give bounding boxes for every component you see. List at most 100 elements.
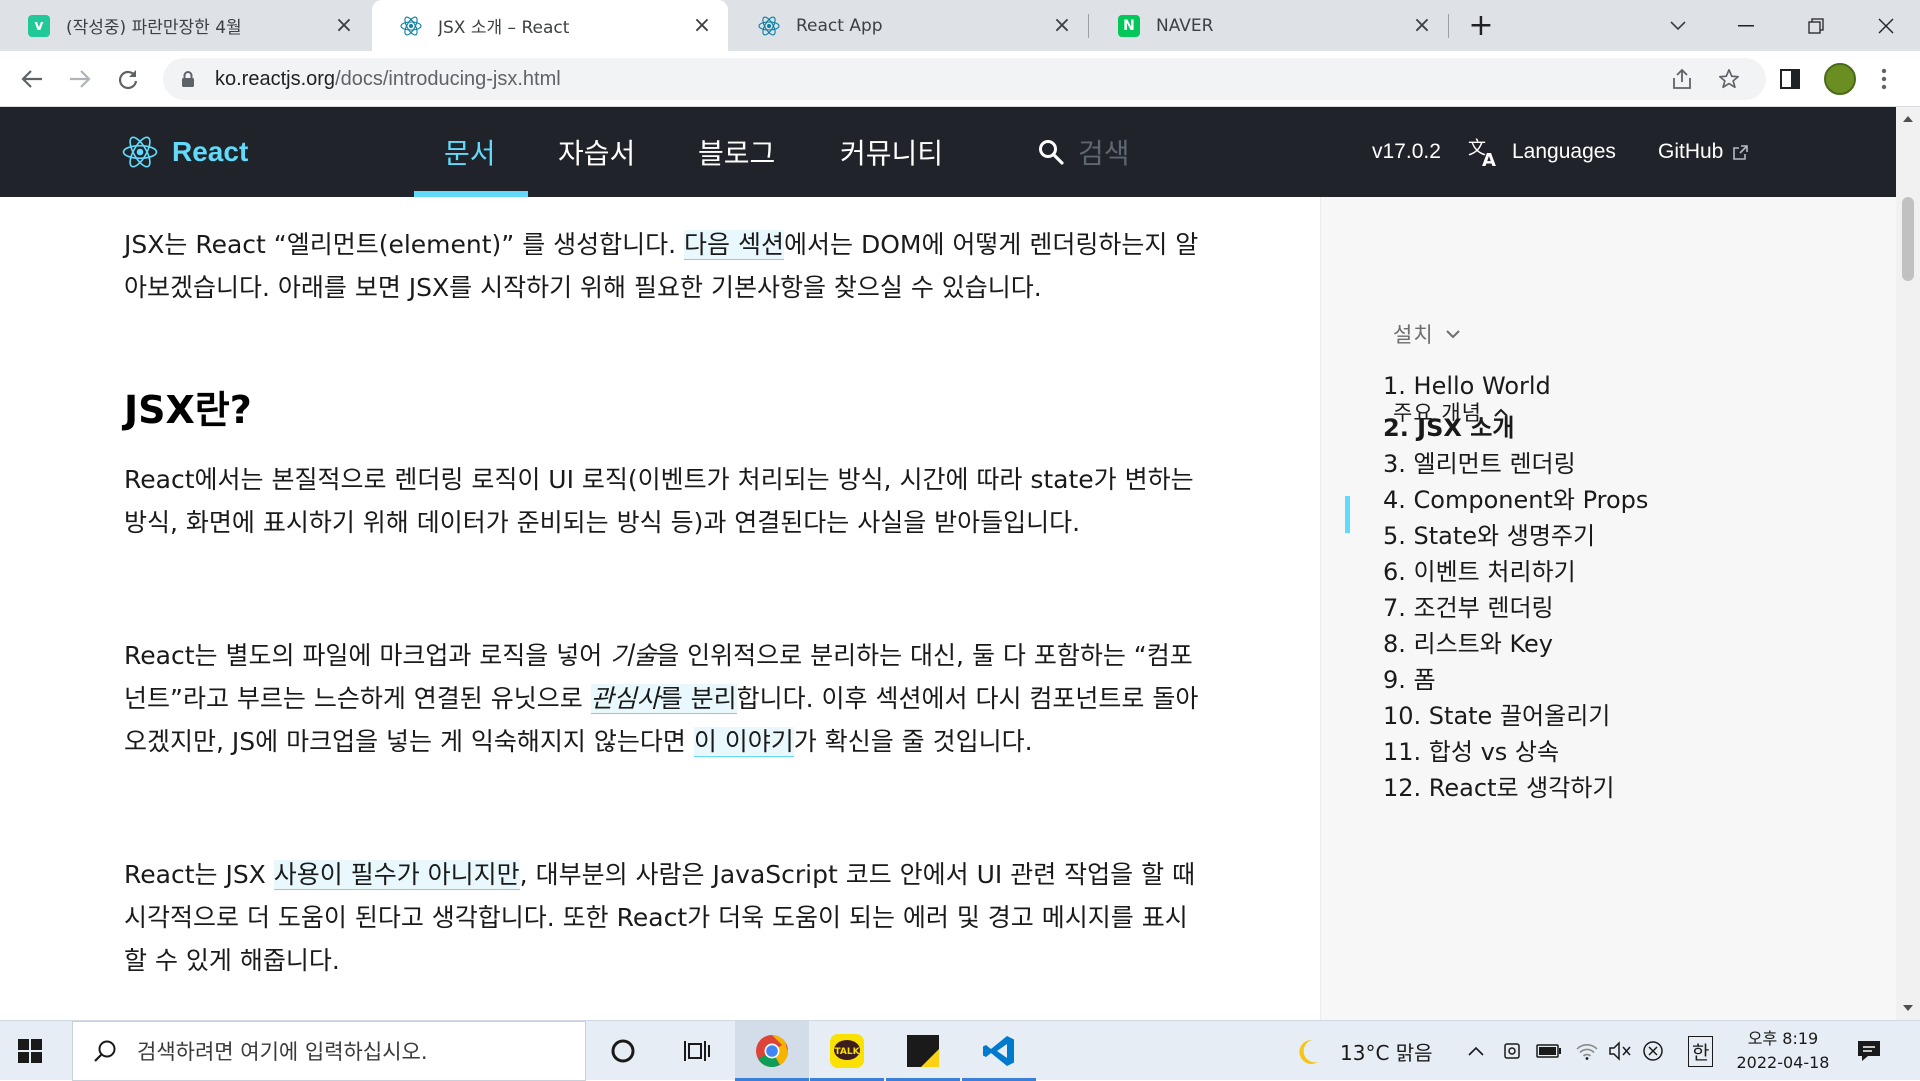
- speaker-muted-icon[interactable]: [1608, 1021, 1632, 1081]
- sidebar-item[interactable]: 11. 합성 vs 상속: [1383, 732, 1559, 767]
- profile-avatar[interactable]: [1824, 63, 1856, 95]
- wifi-icon[interactable]: [1576, 1021, 1598, 1081]
- search-icon: [1039, 140, 1064, 165]
- tab-title: JSX 소개 – React: [438, 18, 570, 38]
- close-icon[interactable]: ×: [334, 14, 354, 36]
- address-bar[interactable]: ko.reactjs.org/docs/introducing-jsx.html: [163, 58, 1766, 100]
- nav-tutorial[interactable]: 자습서: [558, 107, 635, 197]
- paragraph-1: React에서는 본질적으로 렌더링 로직이 UI 로직(이벤트가 처리되는 방…: [124, 465, 1194, 537]
- browser-tab[interactable]: N NAVER ×: [1090, 0, 1448, 51]
- github-link[interactable]: GitHub: [1658, 107, 1749, 197]
- brand-name: React: [172, 136, 249, 167]
- url-host: ko.reactjs.org: [215, 67, 336, 90]
- back-button[interactable]: [16, 63, 48, 95]
- minimize-button[interactable]: [1716, 0, 1776, 51]
- forward-button[interactable]: [64, 63, 96, 95]
- current-page-marker: [1345, 496, 1350, 533]
- text: 가 확신을 줄 것입니다.: [793, 727, 1033, 756]
- camera-icon[interactable]: [1502, 1021, 1522, 1081]
- sidebar-item[interactable]: 12. React로 생각하기: [1383, 768, 1615, 803]
- nav-blog[interactable]: 블로그: [698, 107, 775, 197]
- task-view-icon[interactable]: [660, 1021, 734, 1081]
- clock-date: 2022-04-18: [1736, 1053, 1830, 1072]
- close-window-button[interactable]: [1856, 0, 1916, 51]
- scroll-up-arrow-icon[interactable]: [1903, 115, 1913, 122]
- sidebar-item[interactable]: 7. 조건부 렌더링: [1383, 588, 1554, 623]
- article-content: JSX는 React “엘리먼트(element)” 를 생성합니다. 다음 섹…: [0, 197, 1320, 1020]
- close-icon[interactable]: ×: [1412, 14, 1432, 36]
- ime-label: 한: [1688, 1035, 1714, 1067]
- menu-kebab-icon[interactable]: [1868, 63, 1900, 95]
- browser-tab-strip: v (작성중) 파란만장한 4월 × JSX 소개 – React × Reac…: [0, 0, 1920, 51]
- kakaotalk-taskbar-icon[interactable]: TALK: [810, 1021, 884, 1081]
- tab-search-chevron-icon[interactable]: [1648, 0, 1708, 51]
- sidebar-item[interactable]: 9. 폼: [1383, 660, 1436, 695]
- sidebar-item[interactable]: 6. 이벤트 처리하기: [1383, 552, 1576, 587]
- nav-docs[interactable]: 문서: [444, 107, 496, 197]
- ime-indicator[interactable]: 한: [1688, 1021, 1714, 1081]
- clock-time: 오후 8:19: [1747, 1029, 1819, 1048]
- sidebar-item[interactable]: 4. Component와 Props: [1383, 480, 1648, 515]
- windows-start-icon[interactable]: [18, 1039, 42, 1063]
- version-link[interactable]: v17.0.2: [1372, 107, 1441, 197]
- browser-toolbar: ko.reactjs.org/docs/introducing-jsx.html: [0, 51, 1920, 107]
- notification-icon[interactable]: [1856, 1021, 1882, 1081]
- battery-icon[interactable]: [1536, 1021, 1562, 1081]
- paragraph-3: React는 JSX 사용이 필수가 아니지만, 대부분의 사람은 JavaSc…: [124, 853, 1204, 982]
- sidebar-item[interactable]: 3. 엘리먼트 렌더링: [1383, 444, 1576, 479]
- close-icon[interactable]: ×: [692, 14, 712, 36]
- svg-text:TALK: TALK: [834, 1047, 860, 1057]
- sidebar-item[interactable]: 8. 리스트와 Key: [1383, 624, 1553, 659]
- sidebar-item[interactable]: 2. JSX 소개: [1383, 408, 1514, 443]
- tab-title: React App: [796, 15, 883, 36]
- emphasis: 기술: [610, 641, 657, 670]
- sidebar-item[interactable]: 10. State 끌어올리기: [1383, 696, 1610, 731]
- this-talk-link[interactable]: 이 이야기: [693, 727, 794, 757]
- github-label: GitHub: [1658, 140, 1724, 163]
- new-tab-button[interactable]: +: [1450, 0, 1512, 51]
- sidebar-item[interactable]: 5. State와 생명주기: [1383, 516, 1595, 551]
- nav-community[interactable]: 커뮤니티: [840, 107, 943, 197]
- side-panel-icon[interactable]: [1774, 63, 1806, 95]
- close-icon[interactable]: ×: [1052, 14, 1072, 36]
- section-heading: JSX란?: [124, 388, 252, 432]
- chrome-taskbar-icon[interactable]: [735, 1021, 809, 1081]
- browser-tab[interactable]: v (작성중) 파란만장한 4월 ×: [0, 0, 370, 51]
- sticky-notes-taskbar-icon[interactable]: [886, 1021, 960, 1081]
- site-search[interactable]: 검색: [1038, 107, 1130, 197]
- vscode-taskbar-icon[interactable]: [962, 1021, 1036, 1081]
- translate-icon: 文A: [1468, 138, 1496, 167]
- lock-icon[interactable]: [181, 71, 195, 87]
- tab-separator: [1088, 14, 1089, 38]
- taskbar-search-placeholder: 검색하려면 여기에 입력하십시오.: [137, 1040, 428, 1064]
- browser-tab-active[interactable]: JSX 소개 – React ×: [372, 0, 728, 51]
- site-search-placeholder: 검색: [1078, 137, 1130, 170]
- separation-of-concerns-link[interactable]: 관심사를 분리: [590, 684, 737, 714]
- sidebar-item[interactable]: 1. Hello World: [1383, 372, 1551, 400]
- reload-button[interactable]: [112, 63, 144, 95]
- url-path: /docs/introducing-jsx.html: [335, 67, 561, 90]
- share-icon[interactable]: [1666, 63, 1698, 95]
- weather-widget[interactable]: 13°C 맑음: [1298, 1021, 1433, 1081]
- moon-icon: [1299, 1039, 1318, 1064]
- blocked-status-icon[interactable]: [1642, 1021, 1664, 1081]
- naver-icon: N: [1118, 14, 1140, 37]
- page-scrollbar[interactable]: [1896, 107, 1920, 1020]
- taskbar-clock[interactable]: 오후 8:19 2022-04-18: [1728, 1027, 1838, 1075]
- next-section-link[interactable]: 다음 섹션: [684, 230, 784, 260]
- cortana-icon[interactable]: [586, 1021, 660, 1081]
- sidebar-section-install[interactable]: 설치: [1393, 319, 1460, 349]
- restore-button[interactable]: [1786, 0, 1846, 51]
- react-without-jsx-link[interactable]: 사용이 필수가 아니지만: [273, 860, 520, 890]
- browser-tab[interactable]: React App ×: [730, 0, 1088, 51]
- tab-title: NAVER: [1156, 15, 1214, 36]
- scroll-down-arrow-icon[interactable]: [1903, 1005, 1913, 1012]
- brand-logo[interactable]: React: [122, 107, 248, 197]
- taskbar-search-box[interactable]: 검색하려면 여기에 입력하십시오.: [72, 1021, 586, 1081]
- text: 를 분리: [659, 684, 737, 713]
- languages-link[interactable]: 文A Languages: [1468, 107, 1616, 197]
- show-hidden-icons-chevron-icon[interactable]: [1468, 1021, 1484, 1081]
- scroll-thumb[interactable]: [1902, 197, 1914, 281]
- sidebar-section-label: 설치: [1393, 323, 1434, 347]
- bookmark-star-icon[interactable]: [1713, 63, 1745, 95]
